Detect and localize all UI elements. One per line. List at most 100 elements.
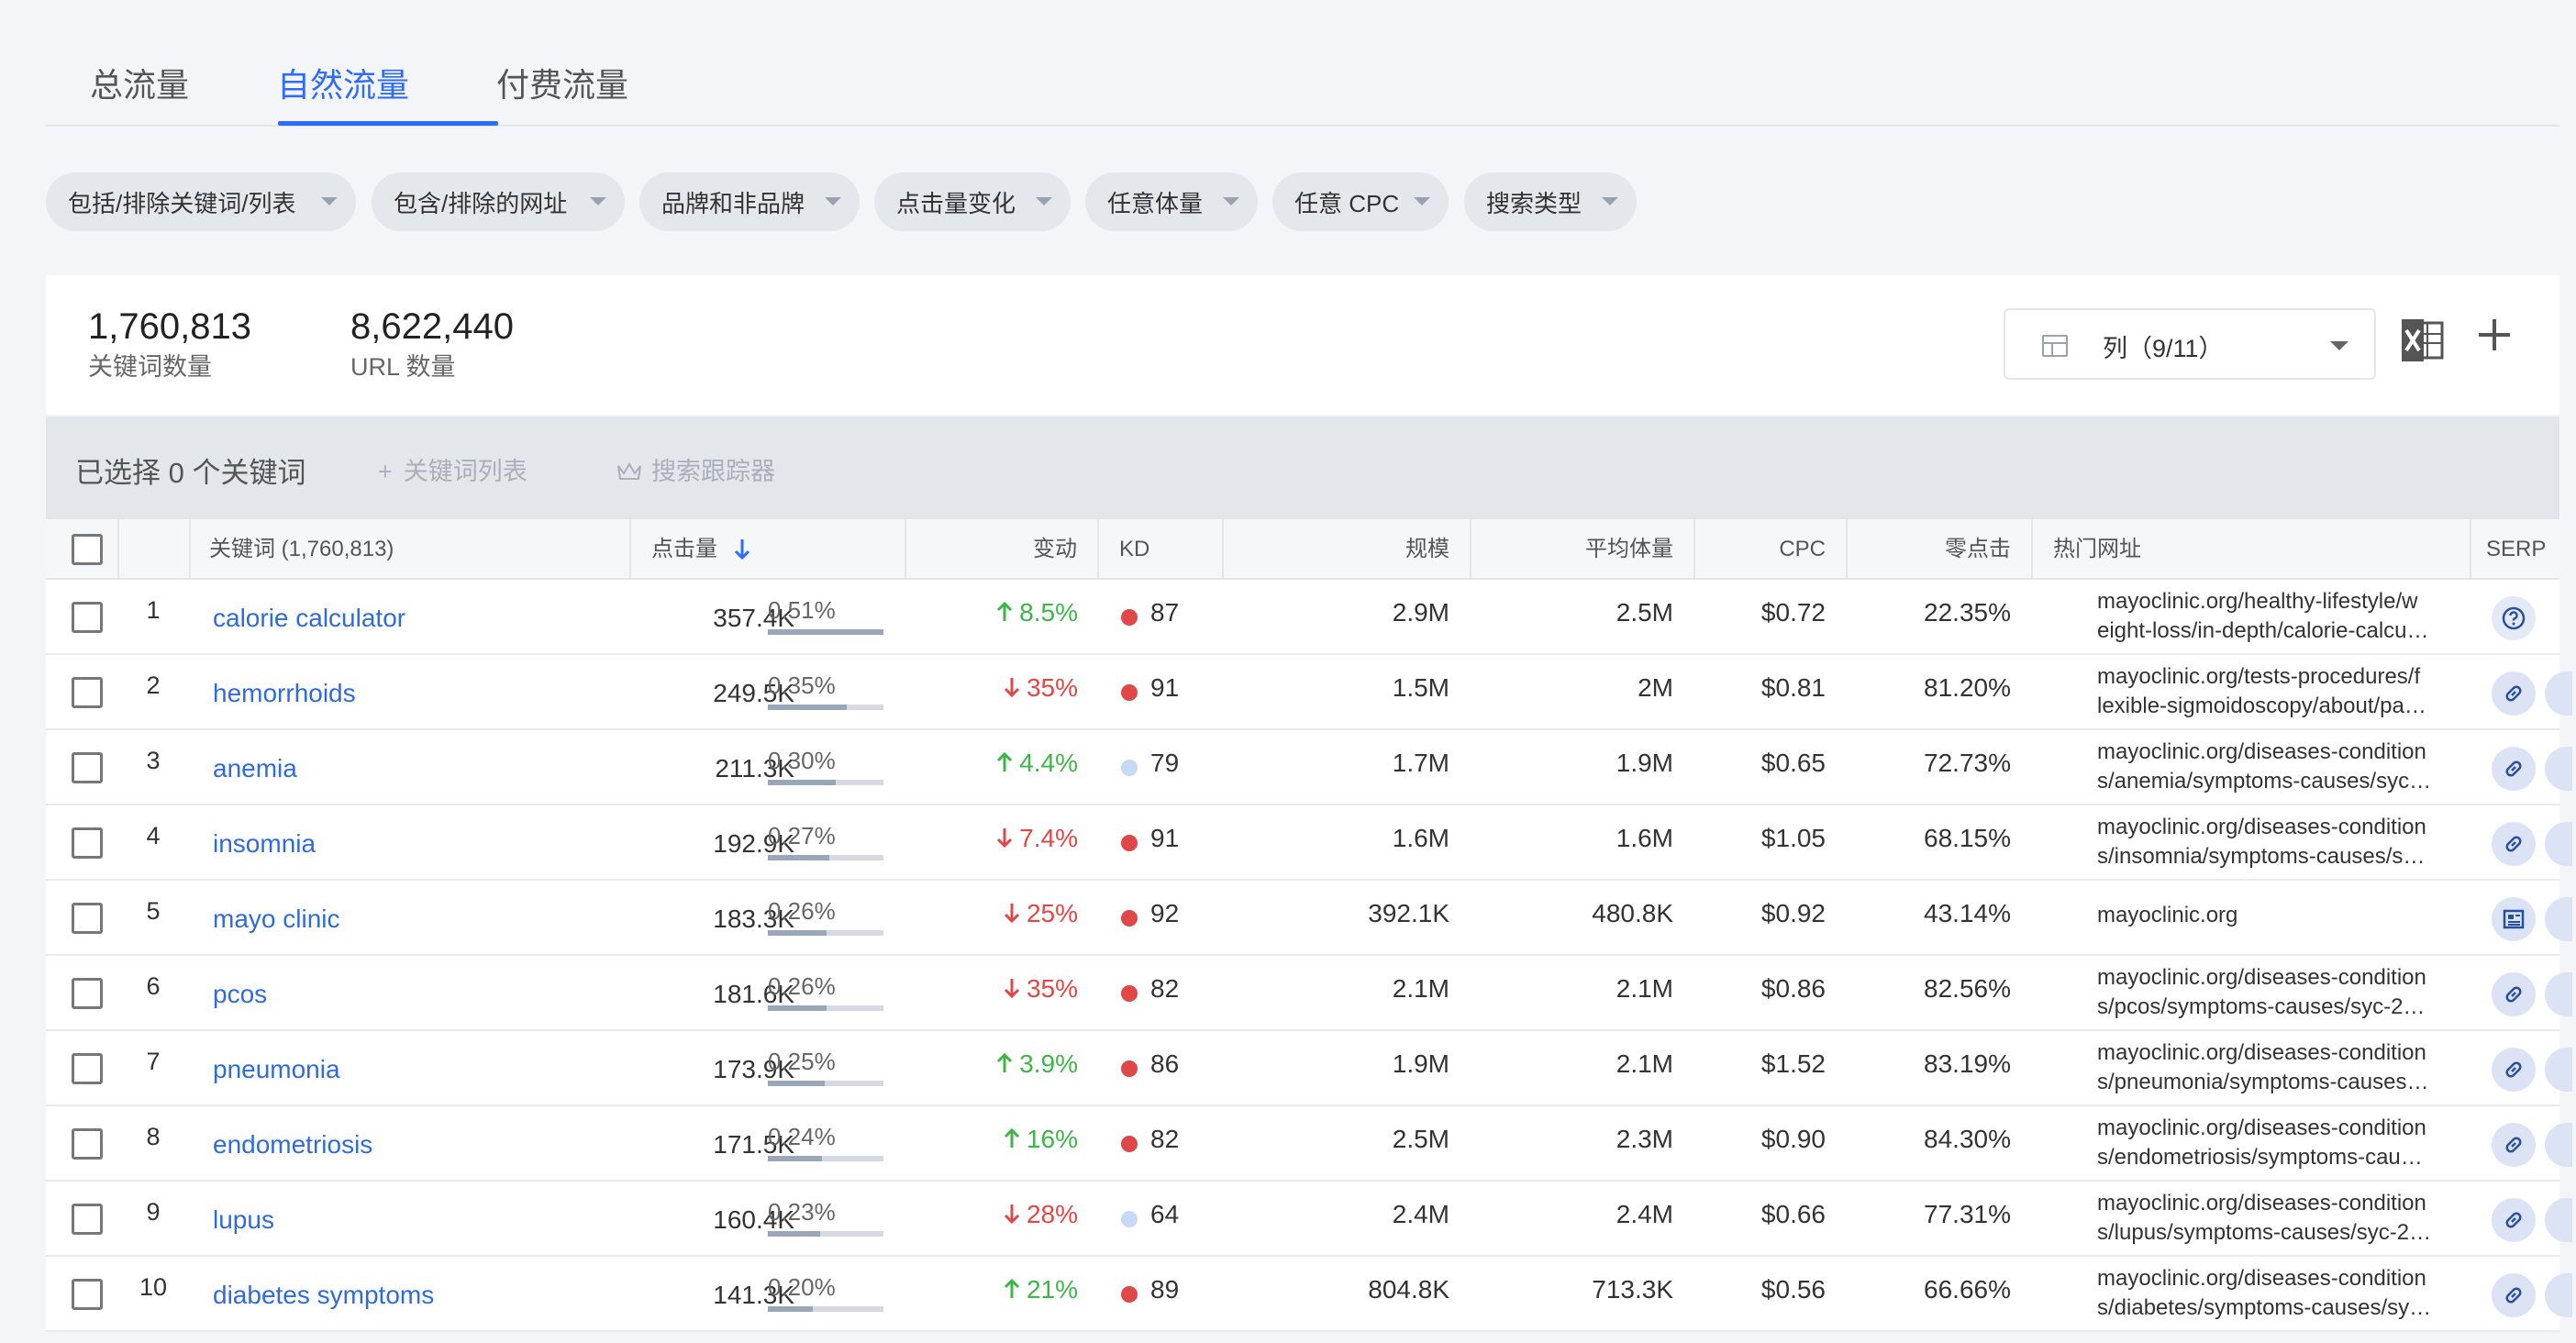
columns-dropdown-label: 列（9/11） [2103,335,2224,362]
row-checkbox[interactable] [72,827,103,859]
change-value: 35% [906,673,1078,703]
serp-button[interactable] [2492,1273,2536,1317]
keyword-link[interactable]: anemia [213,754,297,783]
keyword-link[interactable]: pneumonia [213,1055,340,1084]
serp-button[interactable] [2492,1198,2536,1242]
keyword-link[interactable]: insomnia [213,829,316,859]
header-clicks[interactable]: 点击量 [631,519,815,580]
serp-more-button[interactable] [2545,1048,2572,1092]
header-scale[interactable]: 规模 [1224,519,1470,580]
serp-button[interactable] [2492,972,2536,1016]
filter-label: 任意 CPC [1294,189,1400,217]
serp-more-button[interactable] [2545,1123,2572,1167]
table-row: 7 pneumonia 173.9K 0.25% 3.9% 86 1.9M 2.1M $1.52… [46,1031,2572,1106]
row-checkbox[interactable] [72,752,103,783]
filter-volume[interactable]: 任意体量 [1085,172,1258,231]
keyword-link[interactable]: hemorrhoids [213,679,356,708]
row-checkbox[interactable] [72,1053,103,1084]
serp-button[interactable] [2492,672,2536,716]
zero-click-value: 68.15% [1924,824,2011,852]
add-to-keyword-list-button[interactable]: + 关键词列表 [378,451,527,487]
header-avg-volume[interactable]: 平均体量 [1471,519,1693,580]
arrow-up-icon [997,751,1013,771]
selected-keywords-count: 已选择 0 个关键词 [75,457,306,489]
keyword-link[interactable]: calorie calculator [213,604,405,633]
header-top-url[interactable]: 热门网址 [2033,519,2470,580]
avg-volume-value: 480.8K [1592,899,1673,927]
scale-value: 2.9M [1392,598,1449,627]
row-checkbox[interactable] [72,1279,103,1310]
filter-search-type[interactable]: 搜索类型 [1464,172,1637,231]
tab-organic-traffic[interactable]: 自然流量 [277,59,409,106]
top-url[interactable]: mayoclinic.org/healthy-lifestyle/w eight-… [2097,587,2464,646]
rank-tracker-button[interactable]: 搜索跟踪器 [616,451,775,487]
header-kd[interactable]: KD [1099,519,1218,580]
top-url[interactable]: mayoclinic.org/diseases-condition s/anemi… [2097,738,2464,796]
row-checkbox[interactable] [72,1204,103,1235]
row-checkbox[interactable] [72,1128,103,1160]
header-zero-click[interactable]: 零点击 [1848,519,2031,580]
top-url[interactable]: mayoclinic.org/diseases-condition s/lupus… [2097,1189,2464,1248]
filter-brand[interactable]: 品牌和非品牌 [639,172,860,231]
top-url[interactable]: mayoclinic.org/diseases-condition s/endom… [2097,1114,2464,1172]
row-checkbox[interactable] [72,978,103,1009]
serp-button[interactable] [2492,747,2536,791]
serp-more-button[interactable] [2545,972,2572,1016]
serp-more-button[interactable] [2545,897,2572,941]
serp-more-button[interactable] [2545,747,2572,791]
top-url-line-2: s/anemia/symptoms-causes/syc… [2097,769,2432,794]
top-url[interactable]: mayoclinic.org/diseases-condition s/pcos/… [2097,963,2464,1022]
kd-value: 82 [1150,974,1180,1003]
keyword-link[interactable]: endometriosis [213,1130,372,1160]
top-url-line-2: s/lupus/symptoms-causes/syc-2… [2097,1220,2432,1245]
select-all-checkbox[interactable] [72,534,103,565]
keyword-link[interactable]: pcos [213,980,267,1009]
serp-more-button[interactable] [2545,672,2572,716]
clicks-share: 0.30% [768,747,836,774]
top-url[interactable]: mayoclinic.org/tests-procedures/f lexible… [2097,662,2464,721]
row-checkbox[interactable] [72,677,103,708]
row-checkbox[interactable] [72,903,103,934]
row-checkbox[interactable] [72,602,103,633]
add-icon[interactable] [2479,319,2510,350]
columns-dropdown[interactable]: 列（9/11） [2004,308,2376,380]
top-url[interactable]: mayoclinic.org/diseases-condition s/insom… [2097,813,2464,871]
filter-include-exclude-keywords[interactable]: 包括/排除关键词/列表 [46,172,356,231]
top-url[interactable]: mayoclinic.org/diseases-condition s/pneum… [2097,1038,2464,1097]
top-url-line-1: mayoclinic.org/healthy-lifestyle/w [2097,589,2418,614]
serp-button[interactable] [2492,897,2536,941]
header-change[interactable]: 变动 [906,519,1097,580]
serp-button[interactable] [2492,1123,2536,1167]
excel-export-icon[interactable] [2400,317,2444,363]
keyword-link[interactable]: mayo clinic [213,905,339,934]
filter-include-exclude-urls[interactable]: 包含/排除的网址 [372,172,625,231]
avg-volume-value: 713.3K [1592,1275,1673,1304]
top-url[interactable]: mayoclinic.org/diseases-condition s/diabe… [2097,1264,2464,1323]
serp-more-button[interactable] [2545,1198,2572,1242]
arrow-down-icon [1004,1204,1020,1225]
tab-total-traffic[interactable]: 总流量 [90,59,189,106]
kd-indicator-dot [1121,1286,1138,1303]
header-serp[interactable]: SERP [2471,519,2559,580]
change-value: 4.4% [906,749,1078,778]
clicks-share-bar-fill [768,930,827,936]
keyword-link[interactable]: lupus [213,1205,274,1235]
change-text: 16% [1026,1125,1078,1153]
serp-button[interactable] [2492,596,2536,640]
top-url[interactable]: mayoclinic.org [2097,901,2464,930]
cpc-value: $0.72 [1760,598,1826,627]
serp-more-button[interactable] [2545,822,2572,866]
serp-more-button[interactable] [2545,1273,2572,1317]
header-cpc[interactable]: CPC [1695,519,1846,580]
arrow-down-icon [997,828,1013,849]
header-keyword[interactable]: 关键词 (1,760,813) [189,519,675,580]
top-url-line-2: lexible-sigmoidoscopy/about/pa… [2097,694,2426,718]
keyword-link[interactable]: diabetes symptoms [213,1281,434,1310]
serp-button[interactable] [2492,1048,2536,1092]
tab-paid-traffic[interactable]: 付费流量 [496,59,628,106]
row-number: 9 [146,1198,161,1226]
top-url-line-2: s/pneumonia/symptoms-causes… [2097,1070,2429,1094]
serp-button[interactable] [2492,822,2536,866]
filter-cpc[interactable]: 任意 CPC [1272,172,1449,231]
filter-click-change[interactable]: 点击量变化 [874,172,1071,231]
